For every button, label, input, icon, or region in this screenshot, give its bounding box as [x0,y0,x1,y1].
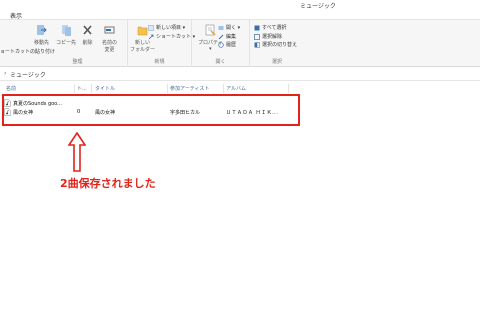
breadcrumb-music[interactable]: ミュージック [10,70,46,79]
open-group: プロパティ ▾ 開く ▾ 編集 履歴 開く [192,20,250,67]
select-none-button[interactable]: 選択解除 [254,33,282,40]
column-header-track[interactable]: ト... [77,85,87,92]
new-item-button[interactable]: 新しい項目 ▾ [148,24,185,31]
delete-button[interactable]: 削除 [82,24,93,46]
ribbon: ョートカットの貼り付け 移動先 コピー先 削除 名前の 変更 整理 新しい フォ… [0,20,480,67]
move-to-button[interactable]: 移動先 [34,24,49,46]
column-headers: 名前 ト... タイトル 参加アーティスト アルバム [0,84,480,94]
new-folder-icon [137,26,148,36]
column-separator[interactable] [91,84,92,93]
column-header-title[interactable]: タイトル [95,85,115,92]
rename-button[interactable]: 名前の 変更 [102,24,117,53]
history-icon [218,41,224,48]
up-arrow-icon [68,132,86,172]
menu-bar: 表示 [0,9,480,20]
column-header-name[interactable]: 名前 [6,85,16,92]
column-header-artist[interactable]: 参加アーティスト [170,85,209,92]
move-to-icon [37,25,47,35]
copy-to-icon [61,25,71,36]
select-group-label: 選択 [271,59,282,65]
organize-group: 移動先 コピー先 削除 名前の 変更 整理 [28,20,128,67]
select-all-label: すべて選択 [262,25,287,31]
shortcut-button[interactable]: ショートカット ▾ [148,33,195,40]
new-folder-label: 新しい フォルダー [130,40,156,53]
invert-selection-icon [254,41,260,48]
rename-label: 名前の 変更 [102,40,118,53]
new-item-label: 新しい項目 ▾ [156,25,186,31]
rename-icon [104,26,115,34]
select-all-icon [254,25,260,30]
column-separator[interactable] [288,84,289,93]
organize-group-label: 整理 [72,59,83,65]
select-none-label: 選択解除 [262,34,283,40]
select-group: すべて選択 選択解除 選択の切り替え 選択 [250,20,304,67]
breadcrumb-chevron-icon[interactable]: › [4,70,6,77]
edit-label: 編集 [226,34,237,40]
move-to-label: 移動先 [34,40,50,46]
copy-to-label: コピー先 [56,40,77,46]
history-label: 履歴 [226,42,237,48]
shortcut-label: ショートカット ▾ [156,34,196,40]
open-group-label: 開く [215,59,226,65]
select-all-button[interactable]: すべて選択 [254,24,286,31]
highlight-box [2,94,300,126]
history-button[interactable]: 履歴 [218,41,236,48]
title-bar: ミュージック [0,0,480,10]
address-bar[interactable]: › ミュージック [0,67,480,81]
annotation-text: 2曲保存されました [60,177,156,190]
invert-selection-button[interactable]: 選択の切り替え [254,41,297,48]
delete-icon [83,25,92,35]
edit-button[interactable]: 編集 [218,33,236,40]
copy-to-button[interactable]: コピー先 [56,24,76,46]
new-group-label: 新規 [154,59,165,65]
column-separator[interactable] [74,84,75,93]
column-separator[interactable] [167,84,168,93]
open-label: 開く ▾ [226,25,241,31]
column-header-album[interactable]: アルバム [226,85,246,92]
open-button[interactable]: 開く ▾ [218,24,240,31]
properties-icon [205,24,216,36]
view-menu-tab[interactable]: 表示 [10,11,22,20]
edit-icon [218,34,224,39]
select-none-icon [254,33,260,40]
delete-label: 削除 [82,40,93,46]
open-icon [218,25,224,30]
column-separator[interactable] [223,84,224,93]
new-group: 新しい フォルダー 新しい項目 ▾ ショートカット ▾ 新規 [128,20,195,67]
invert-selection-label: 選択の切り替え [262,42,298,48]
new-item-icon [148,24,154,31]
shortcut-icon [148,34,154,39]
